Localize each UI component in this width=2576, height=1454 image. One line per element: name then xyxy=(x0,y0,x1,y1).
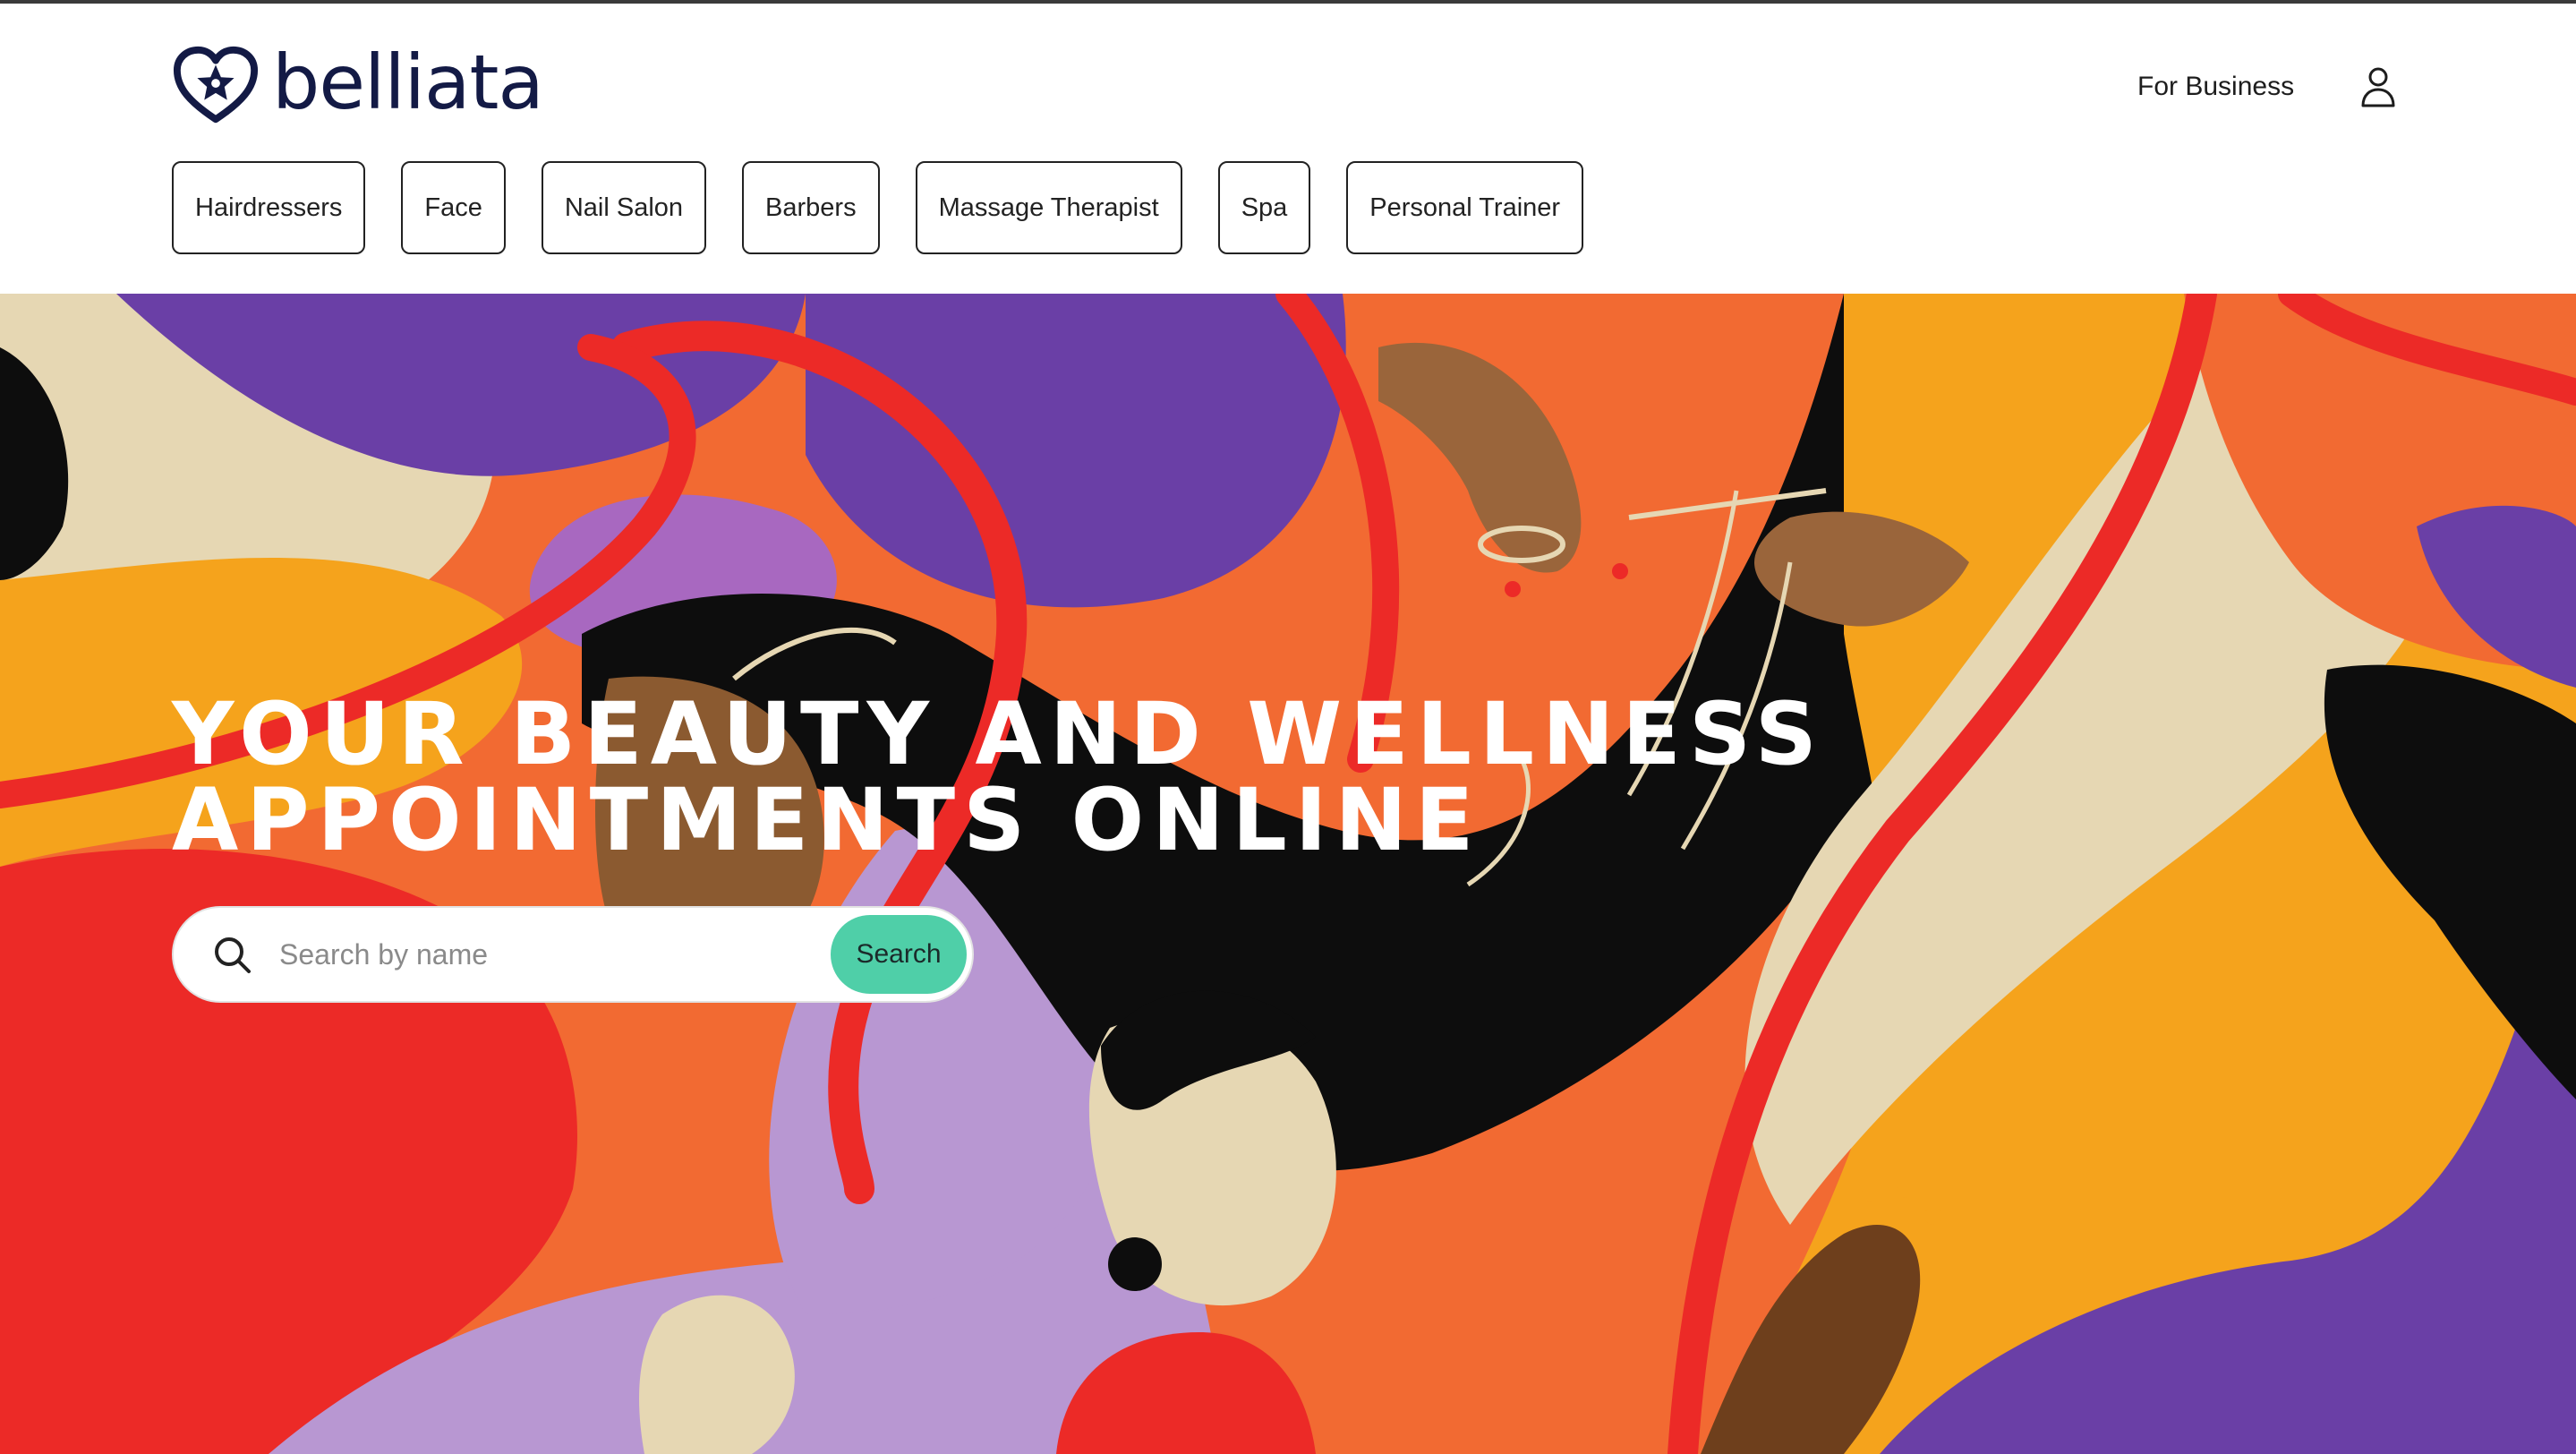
category-massage-therapist[interactable]: Massage Therapist xyxy=(915,161,1182,254)
search-button[interactable]: Search xyxy=(831,915,967,994)
brand-logo[interactable]: belliata xyxy=(172,38,544,127)
category-barbers[interactable]: Barbers xyxy=(742,161,880,254)
search-bar: Search xyxy=(172,906,974,1003)
hero-banner: YOUR BEAUTY AND WELLNESS APPOINTMENTS ON… xyxy=(0,294,2576,1454)
category-spa[interactable]: Spa xyxy=(1217,161,1311,254)
category-hairdressers[interactable]: Hairdressers xyxy=(172,161,366,254)
hero-title: YOUR BEAUTY AND WELLNESS APPOINTMENTS ON… xyxy=(172,691,1872,863)
hero-title-line-2: APPOINTMENTS ONLINE xyxy=(172,770,1482,870)
search-icon xyxy=(215,937,251,973)
category-nav: Hairdressers Face Nail Salon Barbers Mas… xyxy=(172,161,1584,254)
page: belliata For Business Hairdressers Face … xyxy=(0,0,2576,1454)
category-nail-salon[interactable]: Nail Salon xyxy=(541,161,707,254)
user-icon[interactable] xyxy=(2359,66,2397,109)
site-header: belliata For Business Hairdressers Face … xyxy=(0,4,2576,294)
category-face[interactable]: Face xyxy=(401,161,506,254)
search-input[interactable] xyxy=(277,927,782,982)
hero-illustration xyxy=(0,294,2576,1454)
for-business-link[interactable]: For Business xyxy=(2137,72,2294,102)
heart-star-logo-icon xyxy=(173,46,259,124)
brand-name: belliata xyxy=(272,38,544,126)
category-personal-trainer[interactable]: Personal Trainer xyxy=(1346,161,1584,254)
